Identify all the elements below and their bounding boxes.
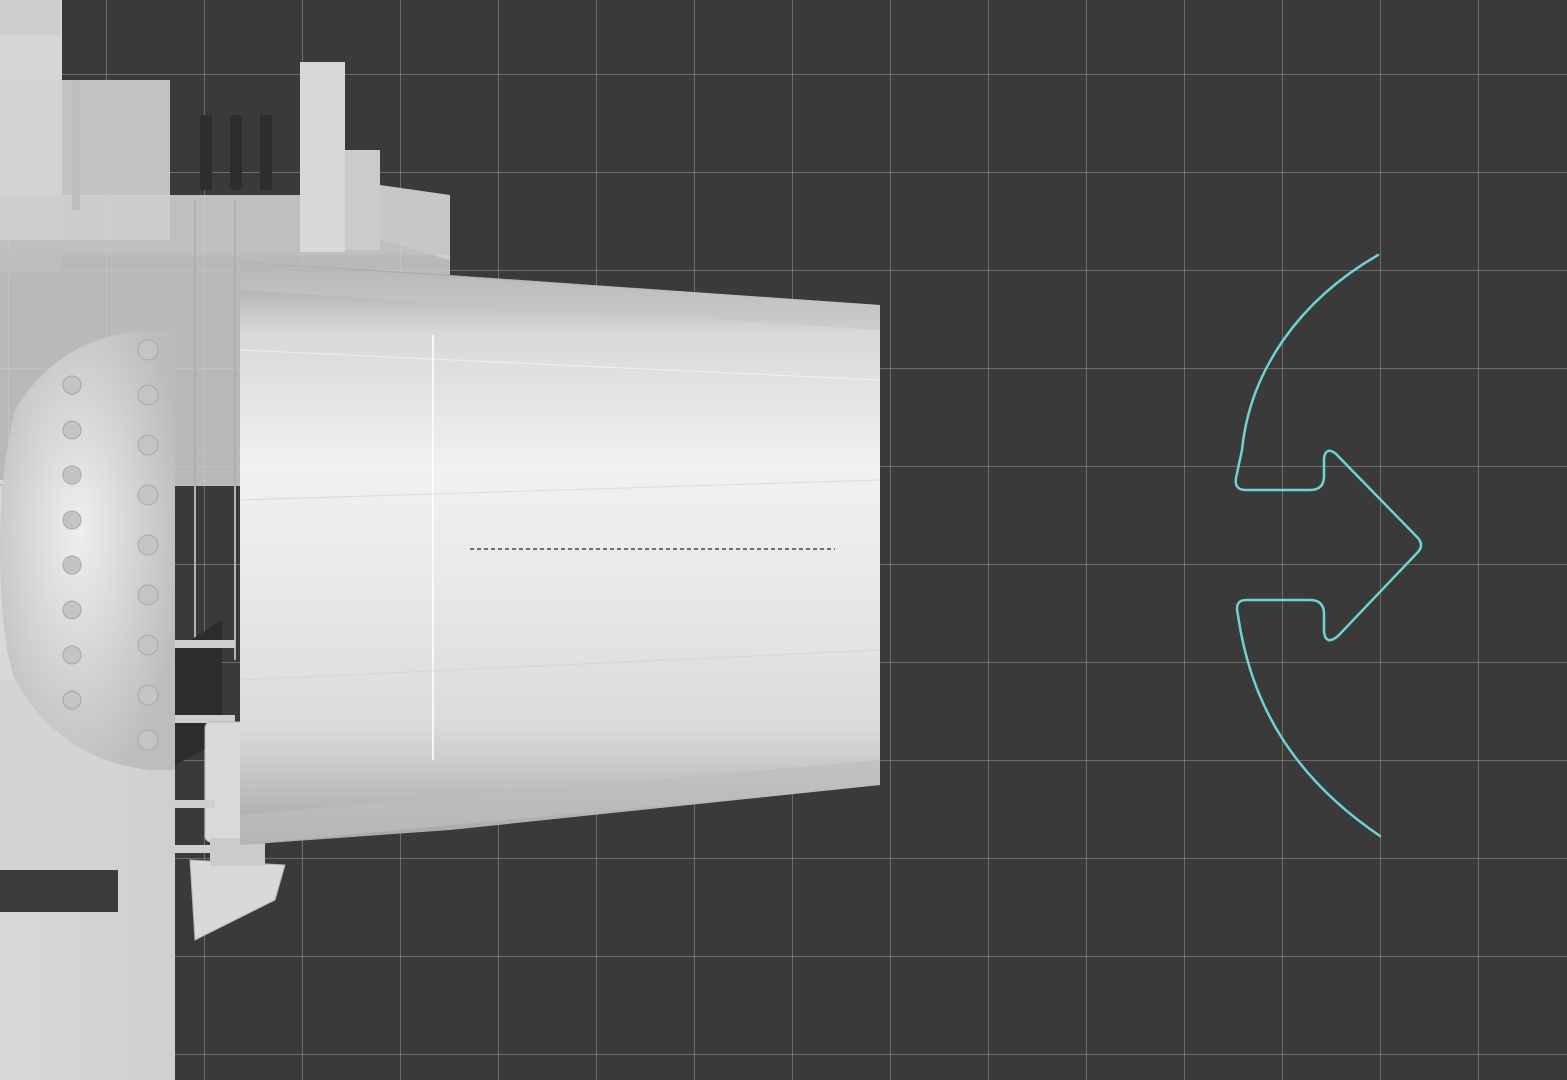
rotate-arrow-icon[interactable] bbox=[1234, 253, 1423, 838]
3d-viewport[interactable] bbox=[0, 0, 1567, 1080]
nozzle-cone[interactable] bbox=[239, 262, 881, 845]
scene-canvas bbox=[0, 0, 1423, 1080]
